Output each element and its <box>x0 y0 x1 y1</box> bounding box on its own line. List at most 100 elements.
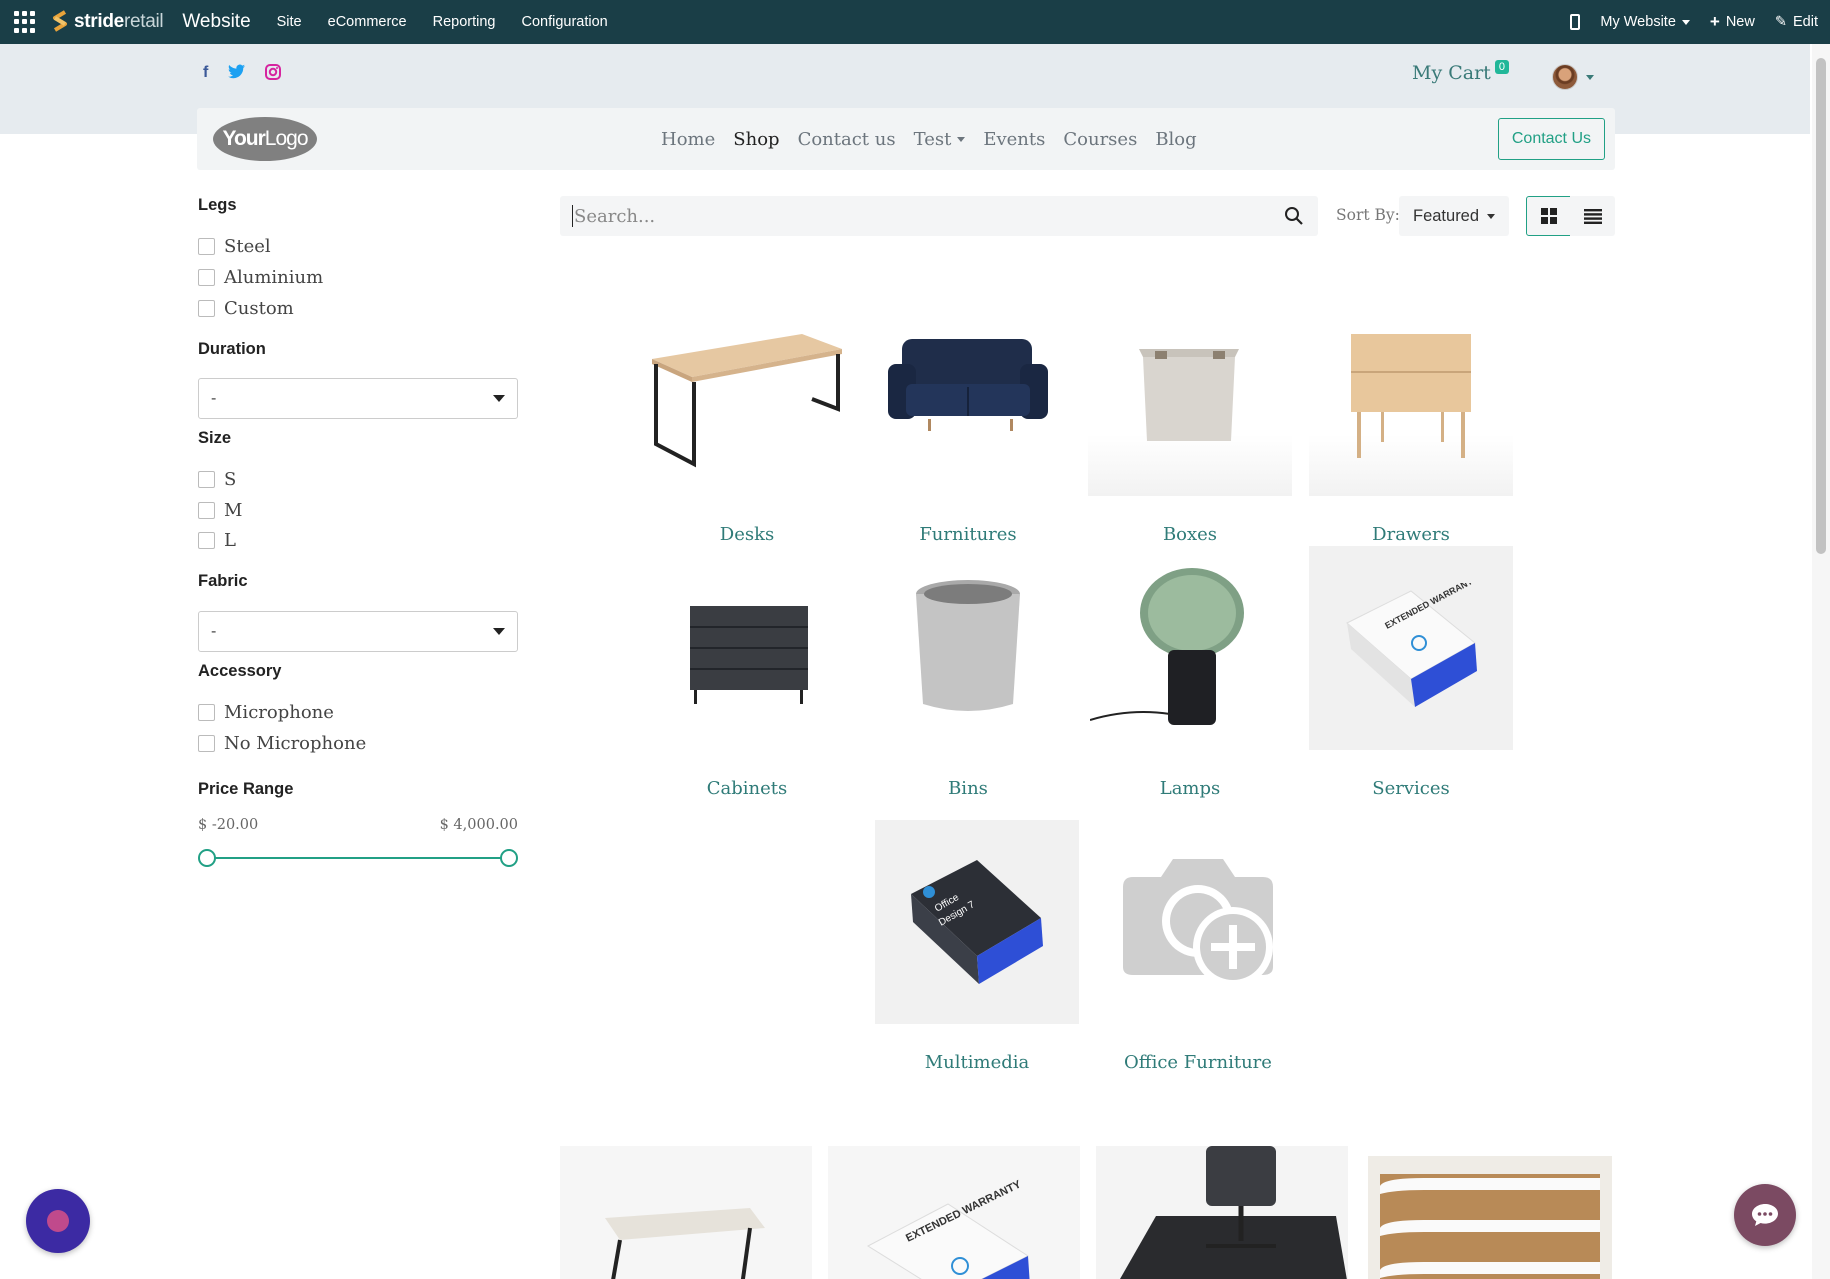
category-multimedia[interactable]: Office Design 7 Multimedia <box>875 820 1079 1073</box>
filter-size-m[interactable]: M <box>198 500 242 521</box>
caret-down-icon <box>1487 213 1496 219</box>
caret-down-icon <box>1586 74 1594 80</box>
nav-contact-us[interactable]: Contact us <box>798 129 896 150</box>
checkbox[interactable] <box>198 532 215 549</box>
category-drawers[interactable]: Drawers <box>1309 292 1513 545</box>
checkbox[interactable] <box>198 269 215 286</box>
category-label: Lamps <box>1159 778 1221 799</box>
nav-courses[interactable]: Courses <box>1063 129 1137 150</box>
category-boxes[interactable]: Boxes <box>1088 292 1292 545</box>
filter-accessory-no-microphone[interactable]: No Microphone <box>198 733 366 754</box>
nav-test-label: Test <box>913 128 952 150</box>
instagram-icon[interactable] <box>265 64 282 85</box>
twitter-icon[interactable] <box>228 64 246 85</box>
page-scrollbar[interactable] <box>1812 44 1830 1279</box>
checkbox[interactable] <box>198 704 215 721</box>
checkbox[interactable] <box>198 300 215 317</box>
admin-menu: Site eCommerce Reporting Configuration <box>277 14 634 30</box>
grid-view-icon <box>1540 208 1557 224</box>
scrollbar-thumb[interactable] <box>1816 58 1826 554</box>
app-name[interactable]: Website <box>182 11 250 33</box>
website-switcher[interactable]: My Website <box>1600 14 1690 30</box>
category-label: Multimedia <box>924 1052 1030 1073</box>
checkbox[interactable] <box>198 502 215 519</box>
fabric-select[interactable]: - <box>198 611 518 652</box>
menu-configuration[interactable]: Configuration <box>521 14 607 30</box>
checkbox[interactable] <box>198 735 215 752</box>
checkbox[interactable] <box>198 471 215 488</box>
brand-logo[interactable]: strideretail <box>50 10 164 34</box>
box-image <box>1088 292 1292 496</box>
option-label: L <box>224 530 236 551</box>
checkbox[interactable] <box>198 238 215 255</box>
search-input[interactable]: Search... <box>560 196 1318 236</box>
filter-title-legs: Legs <box>198 196 237 214</box>
facebook-icon[interactable]: f <box>203 64 208 85</box>
new-button[interactable]: + New <box>1710 12 1755 32</box>
option-label: M <box>224 500 243 521</box>
apps-grid-icon[interactable] <box>14 11 36 33</box>
new-label: New <box>1725 14 1755 30</box>
filter-size-s[interactable]: S <box>198 469 236 490</box>
list-view-button[interactable] <box>1570 196 1615 236</box>
category-office-furniture[interactable]: Office Furniture <box>1096 820 1300 1073</box>
category-label: Bins <box>948 778 988 799</box>
menu-reporting[interactable]: Reporting <box>433 14 496 30</box>
sort-select[interactable]: Featured <box>1399 196 1509 236</box>
menu-site[interactable]: Site <box>277 14 302 30</box>
product-card-table[interactable] <box>560 1146 812 1279</box>
sort-by-label: Sort By: <box>1336 206 1400 224</box>
category-bins[interactable]: Bins <box>866 546 1070 799</box>
search-icon[interactable] <box>1284 206 1304 226</box>
admin-actions: My Website + New ✎ Edit <box>1570 0 1818 44</box>
mobile-preview-button[interactable] <box>1570 14 1581 30</box>
nav-events[interactable]: Events <box>983 129 1045 150</box>
my-cart-link[interactable]: My Cart 0 <box>1412 60 1509 84</box>
filter-legs-steel[interactable]: Steel <box>198 236 271 257</box>
chair-mat-image <box>1120 1146 1347 1279</box>
category-desks[interactable]: Desks <box>645 292 849 545</box>
camera-placeholder-icon <box>1096 820 1300 1024</box>
product-card-warranty[interactable]: EXTENDED WARRANTY <box>828 1146 1080 1279</box>
filter-title-size: Size <box>198 429 232 447</box>
product-card-shelf[interactable] <box>1364 1146 1616 1279</box>
services-image: EXTENDED WARRANTY <box>1309 546 1513 750</box>
filter-accessory-microphone[interactable]: Microphone <box>198 702 334 723</box>
nav-blog[interactable]: Blog <box>1155 129 1196 150</box>
product-card-chair-mat[interactable] <box>1096 1146 1348 1279</box>
avatar <box>1552 64 1578 90</box>
duration-select[interactable]: - <box>198 378 518 419</box>
price-range-max-handle[interactable] <box>500 849 518 867</box>
filter-title-fabric: Fabric <box>198 572 248 590</box>
category-cabinets[interactable]: Cabinets <box>645 546 849 799</box>
nav-home[interactable]: Home <box>661 129 715 150</box>
price-range-track[interactable] <box>207 857 508 859</box>
category-services[interactable]: EXTENDED WARRANTY Services <box>1309 546 1513 799</box>
filter-title-duration: Duration <box>198 340 266 358</box>
filter-legs-custom[interactable]: Custom <box>198 298 294 319</box>
category-label: Drawers <box>1372 524 1450 545</box>
edit-button[interactable]: ✎ Edit <box>1775 14 1818 30</box>
price-range-labels: $ -20.00 $ 4,000.00 <box>198 817 518 833</box>
user-menu[interactable] <box>1552 64 1594 90</box>
caret-down-icon <box>957 136 966 142</box>
sofa-image <box>866 292 1070 496</box>
nav-test[interactable]: Test <box>914 129 966 150</box>
filter-legs-aluminium[interactable]: Aluminium <box>198 267 323 288</box>
option-label: Aluminium <box>224 267 324 288</box>
site-logo[interactable]: Your Logo <box>213 117 317 161</box>
nav-shop[interactable]: Shop <box>733 129 779 150</box>
livechat-button[interactable] <box>1734 1184 1796 1246</box>
lamp-image <box>1088 546 1292 750</box>
grid-view-button[interactable] <box>1526 196 1571 236</box>
price-range-min-handle[interactable] <box>198 849 216 867</box>
contact-us-button[interactable]: Contact Us <box>1497 118 1605 160</box>
warranty-box-image: EXTENDED WARRANTY <box>866 1178 1030 1279</box>
menu-ecommerce[interactable]: eCommerce <box>328 14 407 30</box>
assistant-bubble-button[interactable] <box>26 1189 90 1253</box>
filter-size-l[interactable]: L <box>198 530 236 551</box>
filter-title-accessory: Accessory <box>198 662 282 680</box>
category-furnitures[interactable]: Furnitures <box>866 292 1070 545</box>
desk-image <box>645 292 849 496</box>
category-lamps[interactable]: Lamps <box>1088 546 1292 799</box>
